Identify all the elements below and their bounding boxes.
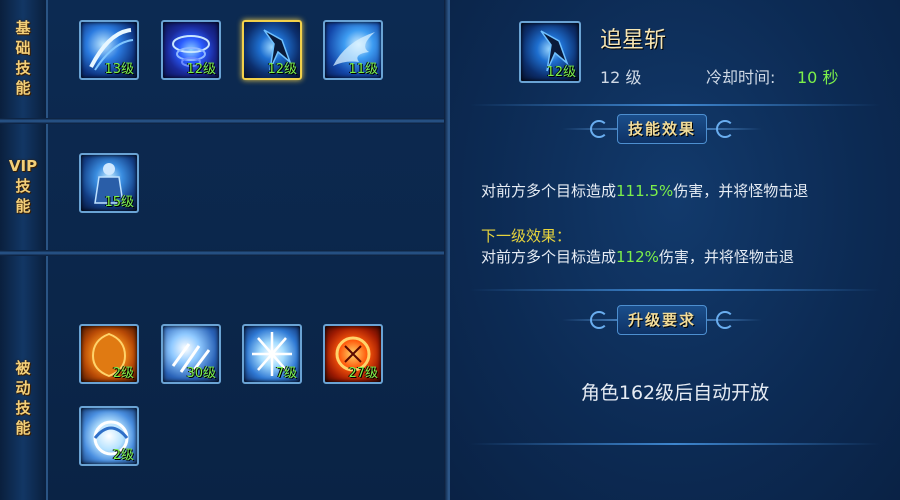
effect-banner: 技能效果 [562,114,762,144]
swirl-ornament-icon [590,120,608,138]
skill-window: 基 础 技 能 VIP 技 能 被 动 技 能 13级 12级 12级 11级 … [0,0,900,500]
requirement-text: 角色162级后自动开放 [580,382,770,404]
skill-level-text: 2级 [112,366,134,381]
section-divider [0,118,446,124]
vip-skill-slot-1[interactable]: 15级 [79,153,139,213]
basic-skills-label: 基 础 技 能 [15,19,31,97]
skill-name: 追星斩 [600,28,667,53]
effect-title: 技能效果 [617,114,707,144]
vip-skills-label: VIP 技 能 [8,157,38,215]
passive-skill-slot-4[interactable]: 27级 [323,324,383,384]
basic-skill-slot-3-selected[interactable]: 12级 [242,20,302,80]
skill-level-text: 7级 [275,366,297,381]
divider-line [470,104,880,106]
next-effect-text-post: 伤害，并将怪物击退 [658,248,794,266]
cooldown-label: 冷却时间: [706,68,776,87]
next-level-label: 下一级效果： [481,227,572,245]
effect-text-pre: 对前方多个目标造成 [481,182,617,200]
basic-skill-slot-2[interactable]: 12级 [161,20,221,80]
next-effect-value: 112% [616,248,659,266]
skill-list-panel: 基 础 技 能 VIP 技 能 被 动 技 能 13级 12级 12级 11级 … [0,0,448,500]
swirl-ornament-icon [716,120,734,138]
skill-level: 12 级 [600,68,642,87]
skill-level-text: 30级 [186,366,216,381]
effect-description: 对前方多个目标造成111.5%伤害，并将怪物击退 [481,181,876,202]
effect-value: 111.5% [616,182,674,200]
requirement-banner: 升级要求 [562,305,762,335]
passive-skills-label: 被 动 技 能 [15,359,31,437]
swirl-ornament-icon [590,311,608,329]
next-level-effect: 对前方多个目标造成112%伤害，并将怪物击退 [481,247,876,268]
skill-level-text: 11级 [348,62,378,77]
effect-text-post: 伤害，并将怪物击退 [673,182,809,200]
requirement-title: 升级要求 [617,305,707,335]
basic-skill-slot-1[interactable]: 13级 [79,20,139,80]
selected-skill-icon: 12级 [519,21,581,83]
next-effect-text-pre: 对前方多个目标造成 [481,248,617,266]
skill-level-text: 12级 [186,62,216,77]
skill-level-text: 2级 [112,448,134,463]
skill-level-text: 15级 [104,195,134,210]
divider-line [470,443,880,445]
divider-line [470,289,880,291]
basic-skill-slot-4[interactable]: 11级 [323,20,383,80]
section-divider [0,250,446,256]
passive-skill-slot-2[interactable]: 30级 [161,324,221,384]
passive-skill-slot-5[interactable]: 2级 [79,406,139,466]
skill-level-text: 12级 [267,62,297,77]
passive-skill-slot-3[interactable]: 7级 [242,324,302,384]
passive-skill-slot-1[interactable]: 2级 [79,324,139,384]
swirl-ornament-icon [716,311,734,329]
skill-level-text: 27级 [348,366,378,381]
skill-level-text: 12级 [546,65,576,80]
skill-level-text: 13级 [104,62,134,77]
cooldown-value: 10 秒 [797,68,839,87]
